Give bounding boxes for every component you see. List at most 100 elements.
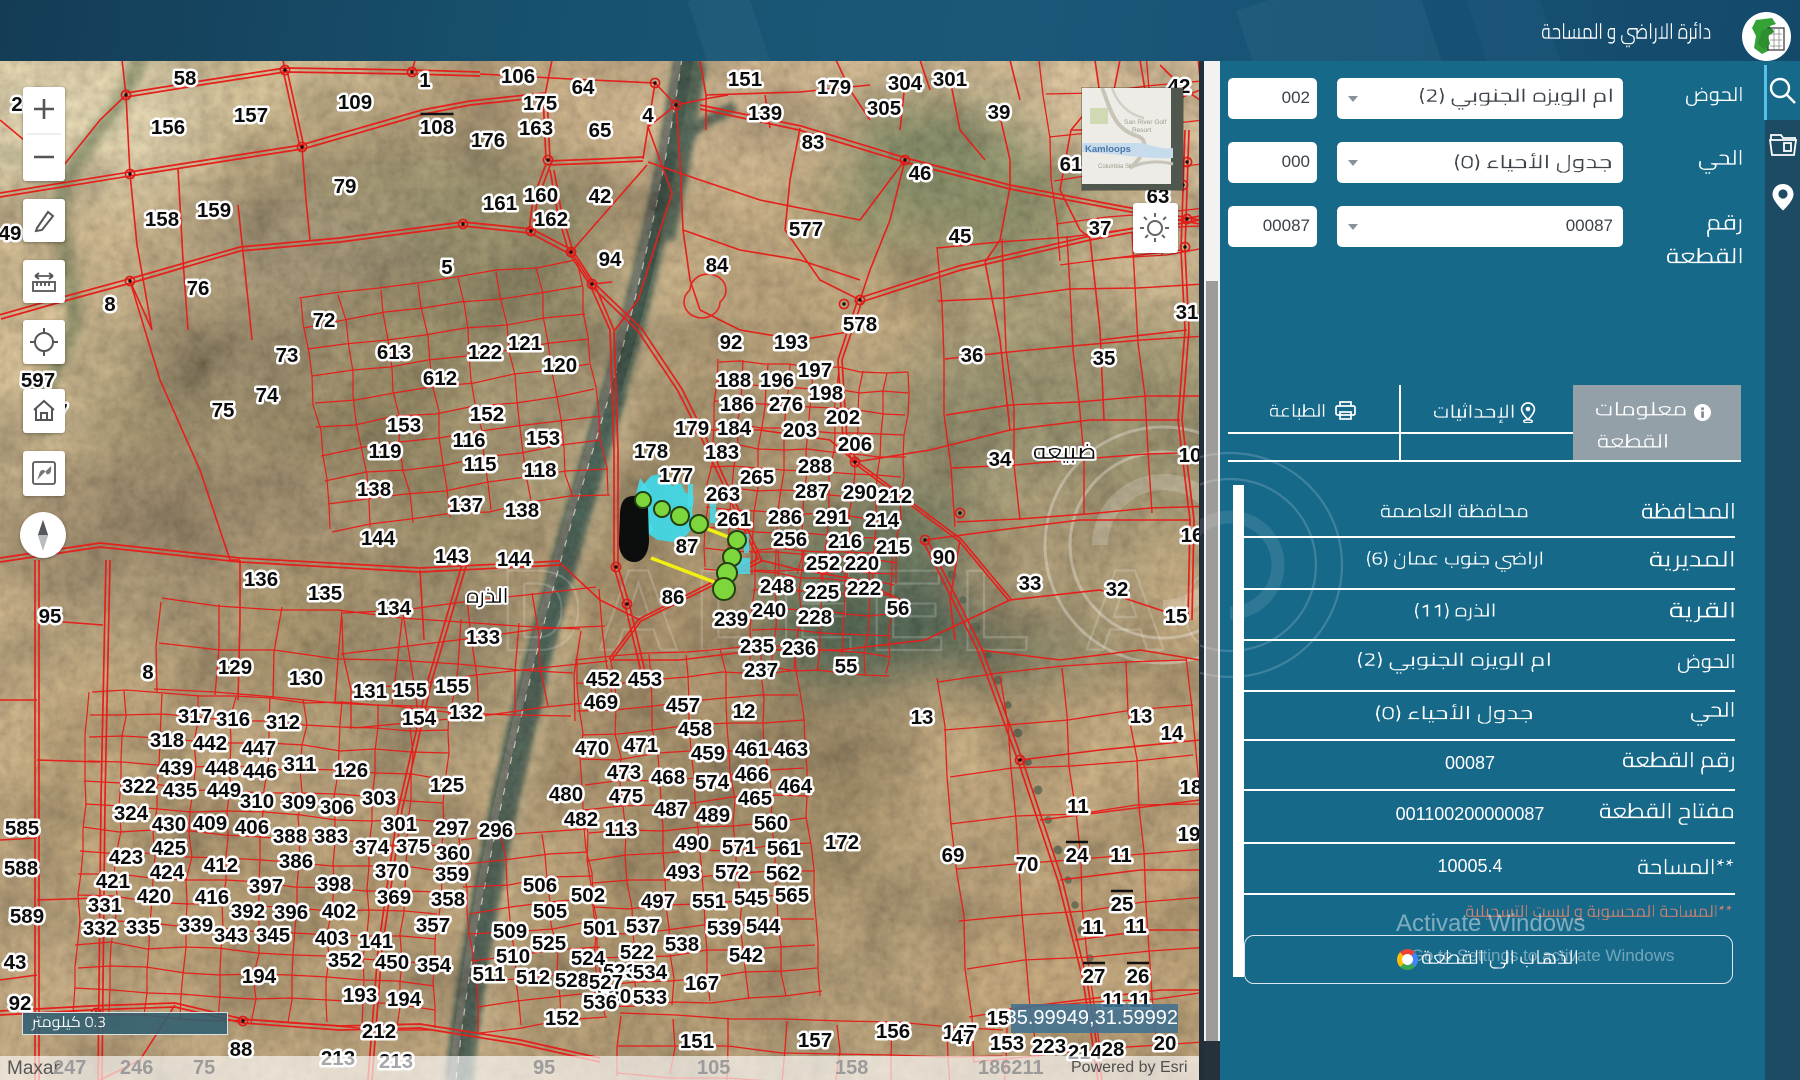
svg-text:511: 511 — [472, 963, 505, 986]
svg-text:301: 301 — [933, 68, 967, 91]
svg-text:49: 49 — [0, 222, 21, 245]
svg-text:317: 317 — [178, 705, 212, 728]
svg-text:252: 252 — [806, 552, 840, 575]
svg-text:482: 482 — [564, 808, 598, 831]
svg-text:528: 528 — [555, 969, 589, 992]
svg-text:471: 471 — [624, 734, 658, 757]
svg-text:84: 84 — [706, 254, 729, 277]
svg-text:163: 163 — [519, 117, 553, 140]
svg-text:133: 133 — [466, 626, 500, 649]
svg-text:439: 439 — [159, 757, 193, 780]
svg-text:352: 352 — [328, 949, 362, 972]
svg-text:172: 172 — [825, 831, 859, 854]
svg-text:11: 11 — [1067, 795, 1089, 818]
svg-text:505: 505 — [533, 900, 567, 923]
svg-text:176: 176 — [471, 129, 505, 152]
svg-text:493: 493 — [666, 861, 700, 884]
svg-text:56: 56 — [887, 597, 910, 620]
svg-text:420: 420 — [137, 885, 171, 908]
svg-text:502: 502 — [571, 884, 605, 907]
svg-text:222: 222 — [847, 577, 881, 600]
svg-text:Kamloops: Kamloops — [1085, 144, 1131, 155]
svg-text:446: 446 — [243, 760, 277, 783]
svg-text:545: 545 — [734, 887, 768, 910]
svg-text:83: 83 — [802, 131, 825, 154]
svg-text:39: 39 — [988, 101, 1011, 124]
svg-text:143: 143 — [435, 545, 469, 568]
svg-text:162: 162 — [534, 208, 568, 231]
svg-text:90: 90 — [933, 546, 956, 569]
svg-text:74: 74 — [256, 384, 279, 407]
svg-text:109: 109 — [338, 91, 372, 114]
svg-text:343: 343 — [214, 924, 248, 947]
svg-text:369: 369 — [377, 886, 411, 909]
svg-text:139: 139 — [748, 102, 782, 125]
svg-text:469: 469 — [584, 691, 618, 714]
svg-text:115: 115 — [463, 453, 496, 476]
svg-text:501: 501 — [583, 917, 617, 940]
svg-text:58: 58 — [174, 67, 197, 90]
svg-text:398: 398 — [317, 873, 351, 896]
svg-text:577: 577 — [789, 218, 823, 241]
svg-text:157: 157 — [798, 1029, 832, 1052]
svg-text:585: 585 — [5, 817, 39, 840]
svg-text:239: 239 — [714, 608, 748, 631]
svg-text:442: 442 — [193, 732, 227, 755]
svg-text:108: 108 — [420, 116, 454, 139]
svg-text:11: 11 — [1125, 915, 1147, 938]
svg-text:357: 357 — [416, 914, 450, 937]
svg-text:33: 33 — [1019, 572, 1042, 595]
svg-text:397: 397 — [249, 875, 283, 898]
svg-text:542: 542 — [729, 944, 763, 967]
svg-text:551: 551 — [692, 890, 726, 913]
svg-text:153: 153 — [387, 414, 421, 437]
svg-text:55: 55 — [835, 655, 858, 678]
svg-text:525: 525 — [532, 932, 566, 955]
svg-text:76: 76 — [187, 277, 210, 300]
svg-text:34: 34 — [989, 448, 1012, 471]
svg-text:27: 27 — [1083, 965, 1106, 988]
svg-text:155: 155 — [393, 679, 427, 702]
svg-text:331: 331 — [88, 894, 122, 917]
svg-text:18: 18 — [1180, 776, 1200, 799]
svg-text:4: 4 — [642, 104, 654, 127]
svg-text:354: 354 — [417, 954, 452, 977]
svg-text:383: 383 — [314, 825, 348, 848]
svg-text:198: 198 — [809, 382, 843, 405]
svg-text:193: 193 — [774, 331, 808, 354]
svg-text:450: 450 — [375, 951, 409, 974]
svg-text:42: 42 — [589, 185, 612, 208]
svg-text:35: 35 — [1093, 347, 1116, 370]
svg-text:119: 119 — [368, 440, 401, 463]
svg-text:403: 403 — [315, 927, 349, 950]
svg-text:304: 304 — [888, 72, 923, 95]
svg-text:197: 197 — [798, 359, 832, 382]
svg-text:161: 161 — [483, 192, 517, 215]
svg-text:287: 287 — [795, 480, 829, 503]
svg-text:94: 94 — [599, 248, 622, 271]
svg-text:129: 129 — [218, 656, 252, 679]
svg-text:126: 126 — [334, 759, 368, 782]
svg-text:131: 131 — [353, 680, 387, 703]
svg-text:215: 215 — [876, 536, 910, 559]
svg-text:152: 152 — [470, 403, 504, 426]
svg-text:153: 153 — [990, 1032, 1024, 1055]
svg-text:130: 130 — [289, 667, 323, 690]
svg-text:375: 375 — [396, 835, 430, 858]
svg-text:286: 286 — [768, 506, 802, 529]
svg-text:225: 225 — [805, 581, 839, 604]
svg-text:424: 424 — [150, 861, 185, 884]
svg-text:1: 1 — [419, 69, 430, 92]
svg-text:453: 453 — [628, 668, 662, 691]
svg-text:538: 538 — [665, 933, 699, 956]
svg-text:276: 276 — [769, 393, 803, 416]
svg-text:8: 8 — [142, 661, 153, 684]
svg-text:Resort: Resort — [1132, 127, 1151, 134]
svg-text:178: 178 — [634, 440, 668, 463]
svg-text:31: 31 — [1176, 301, 1199, 324]
svg-text:203: 203 — [783, 419, 817, 442]
svg-text:290: 290 — [843, 481, 877, 504]
svg-text:151: 151 — [680, 1030, 714, 1053]
svg-text:11: 11 — [1110, 844, 1132, 867]
svg-text:512: 512 — [516, 966, 550, 989]
